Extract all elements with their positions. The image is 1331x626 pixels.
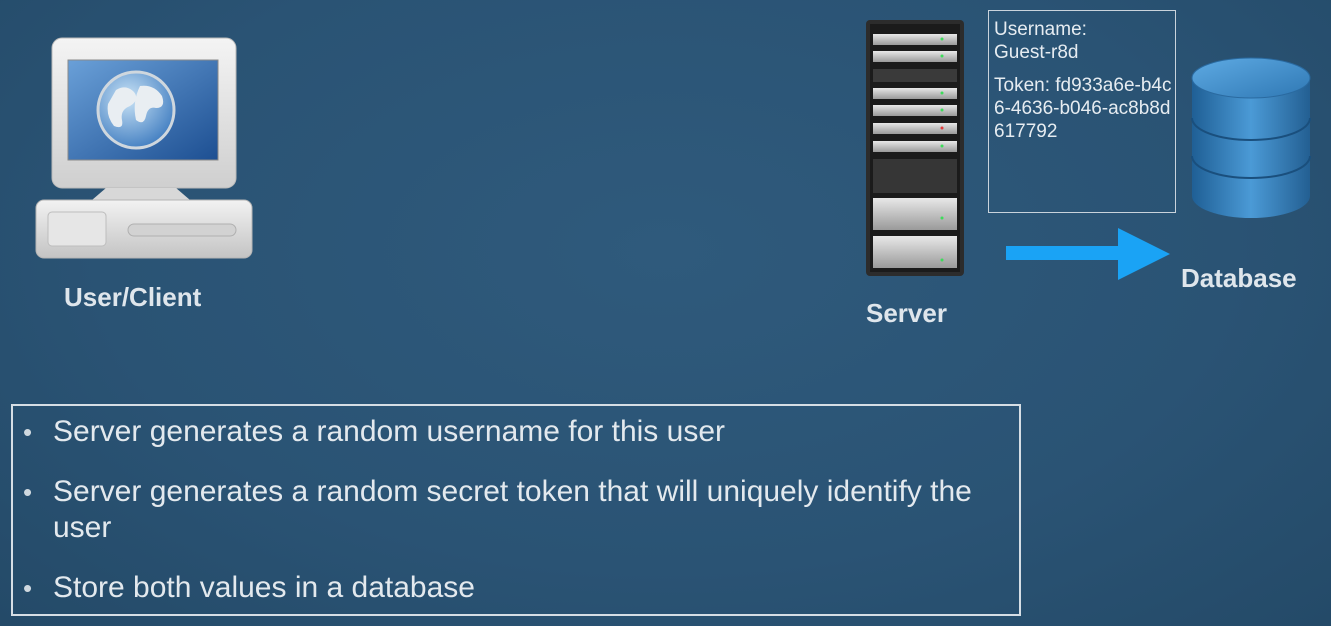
bullet-item: Store both values in a database: [23, 570, 1013, 606]
username-value: Guest-r8d: [994, 42, 1079, 63]
username-label: Username:: [994, 19, 1087, 40]
database-label: Database: [1181, 263, 1297, 293]
database-cylinder-icon: [1191, 57, 1311, 218]
arrow-right-icon: [1006, 228, 1170, 280]
bullet-item: Server generates a random username for t…: [23, 414, 1013, 450]
server-label: Server: [866, 298, 947, 328]
token-text: Token: fd933a6e-b4c6-4636-b046-ac8b8d617…: [994, 75, 1172, 142]
server-rack-icon: [866, 20, 964, 276]
client-label: User/Client: [64, 282, 202, 312]
credentials-box: Username: Guest-r8d Token: fd933a6e-b4c6…: [988, 10, 1176, 213]
bullet-list-box: Server generates a random username for t…: [11, 404, 1021, 616]
bullet-item: Server generates a random secret token t…: [23, 474, 1013, 546]
computer-globe-icon: [35, 37, 253, 259]
